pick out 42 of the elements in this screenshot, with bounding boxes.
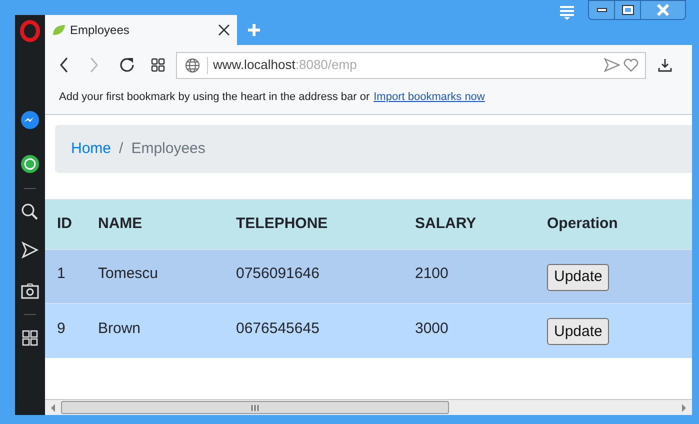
update-button[interactable]: Update: [547, 264, 610, 291]
heart-icon[interactable]: [623, 58, 639, 72]
new-tab-icon[interactable]: [247, 23, 261, 37]
opera-logo-icon[interactable]: [20, 20, 40, 42]
column-header: SALARY: [415, 200, 547, 250]
table-cell: Brown: [98, 304, 236, 358]
import-bookmarks-link[interactable]: Import bookmarks now: [374, 89, 485, 106]
update-button[interactable]: Update: [547, 318, 610, 346]
table-cell: Tomescu: [98, 250, 236, 304]
messenger-icon[interactable]: [20, 110, 40, 130]
horizontal-scrollbar[interactable]: [45, 399, 692, 415]
table-cell: 9: [45, 304, 98, 358]
globe-icon: [185, 58, 200, 72]
scrollbar-thumb[interactable]: [61, 401, 449, 414]
table-cell: 2100: [415, 250, 547, 304]
column-header: Operation: [547, 200, 692, 250]
grid-icon[interactable]: [151, 58, 165, 72]
grid-icon[interactable]: [22, 330, 38, 346]
column-header: ID: [45, 200, 98, 250]
breadcrumb-separator: /: [119, 138, 124, 159]
url-text: www.localhost:8080/emp: [213, 56, 358, 74]
menu-icon[interactable]: [559, 5, 575, 21]
address-field[interactable]: www.localhost:8080/emp: [176, 52, 646, 78]
back-icon[interactable]: [59, 57, 69, 73]
scroll-right-icon[interactable]: [680, 404, 688, 412]
table-cell: 0756091646: [236, 250, 415, 304]
breadcrumb-current: Employees: [131, 138, 206, 159]
table-cell: 0676545645: [236, 304, 415, 358]
search-icon[interactable]: [21, 203, 39, 221]
close-icon[interactable]: [218, 24, 230, 36]
column-header: NAME: [98, 200, 236, 250]
bookmarks-message: Add your first bookmark by using the heart in the address bar or: [59, 90, 370, 106]
table-cell: 3000: [415, 304, 547, 358]
tab-title: Employees: [70, 22, 130, 39]
reload-icon[interactable]: [119, 57, 135, 73]
download-icon[interactable]: [658, 58, 672, 72]
scroll-left-icon[interactable]: [49, 404, 57, 412]
table-cell: 1: [45, 250, 98, 304]
column-header: TELEPHONE: [236, 200, 415, 250]
browser-tab[interactable]: Employees: [45, 15, 237, 45]
camera-icon[interactable]: [21, 283, 39, 299]
leaf-icon: [52, 24, 66, 36]
